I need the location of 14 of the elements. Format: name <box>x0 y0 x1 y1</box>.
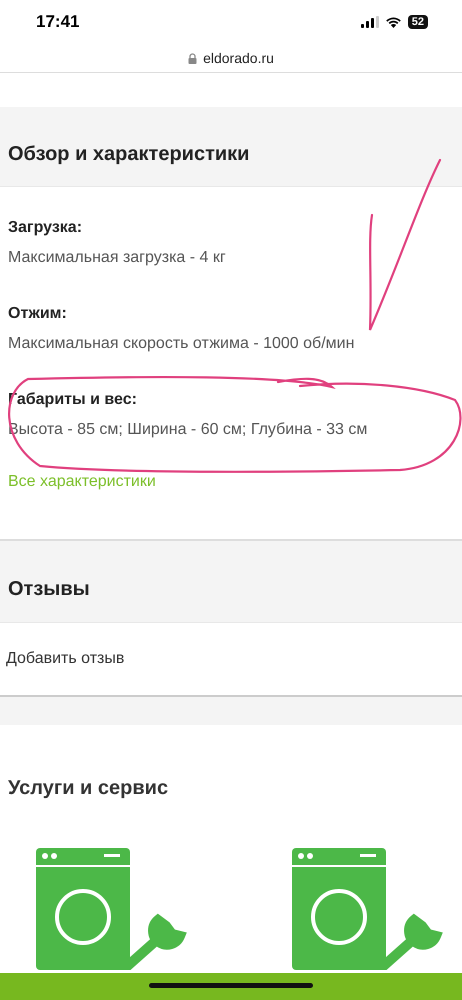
add-review-link[interactable]: Добавить отзыв <box>6 650 124 668</box>
section-header: Отзывы <box>0 539 462 623</box>
lock-icon <box>188 52 198 64</box>
wifi-icon <box>384 16 402 28</box>
spec-label: Загрузка: <box>8 219 84 237</box>
battery-indicator: 52 <box>408 15 428 29</box>
spec-label: Отжим: <box>8 305 68 323</box>
page-url[interactable]: eldorado.ru <box>203 50 274 66</box>
status-time: 17:41 <box>36 12 80 32</box>
spec-value: Максимальная загрузка - 4 кг <box>8 249 227 267</box>
section-title: Услуги и сервис <box>8 777 170 800</box>
signal-icon <box>360 16 379 28</box>
section-header: Обзор и характеристики <box>0 107 462 187</box>
spec-value: Максимальная скорость отжима - 1000 об/мин <box>8 335 356 353</box>
